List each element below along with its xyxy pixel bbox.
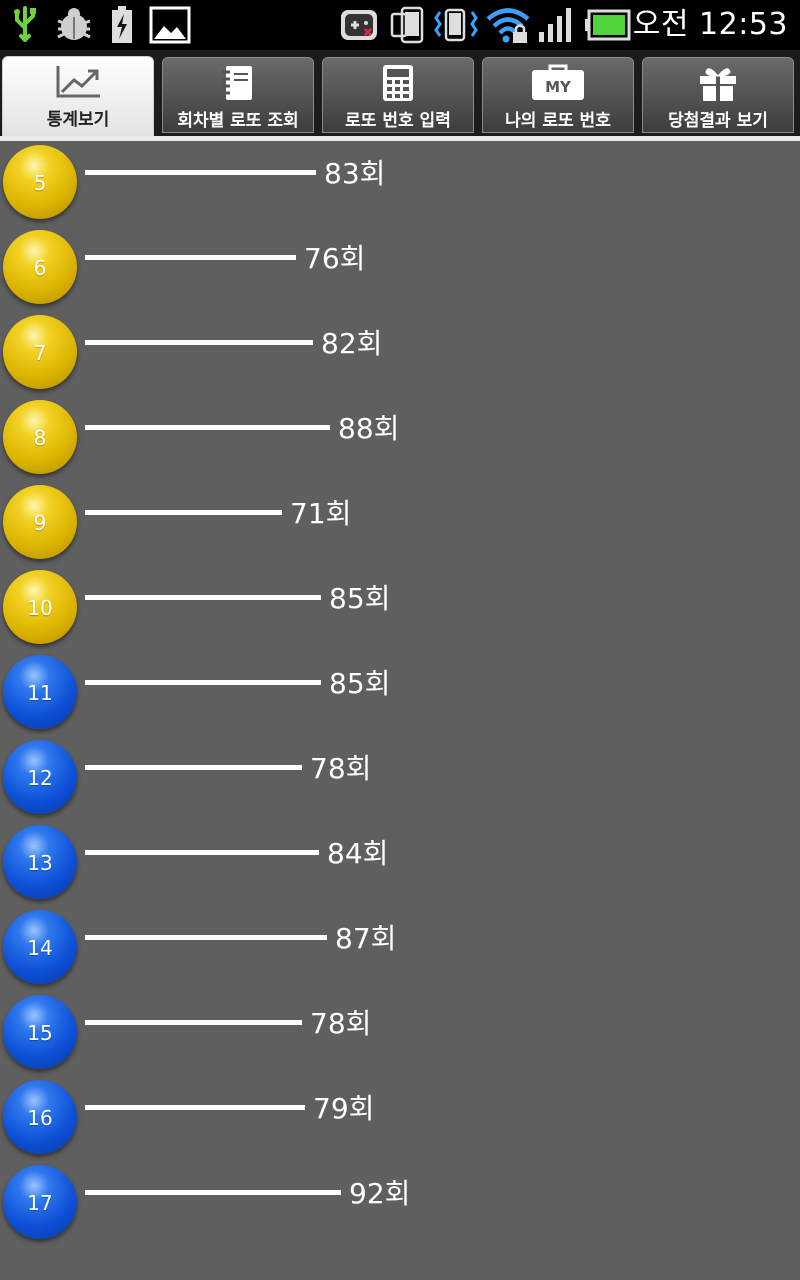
frequency-count: 84회 [327,837,389,870]
phone-vibrate-icon [388,6,428,44]
lotto-ball: 7 [3,315,77,389]
frequency-bar [85,850,319,855]
frequency-bar [85,425,330,430]
usb-icon [8,6,42,44]
list-item[interactable]: 8 88회 [0,395,800,480]
lotto-ball: 6 [3,230,77,304]
battery-charging-icon [108,6,136,44]
list-item[interactable]: 15 78회 [0,990,800,1075]
notebook-icon [163,64,313,102]
list-item[interactable]: 11 85회 [0,650,800,735]
frequency-count: 71회 [290,497,352,530]
frequency-count: 87회 [335,922,397,955]
status-time: 오전 12:53 [632,7,788,42]
frequency-bar [85,935,327,940]
frequency-bar [85,255,296,260]
list-item[interactable]: 7 82회 [0,310,800,395]
ball-number: 16 [27,1106,53,1130]
frequency-bar [85,680,321,685]
ball-number: 14 [27,936,53,960]
status-bar: 오전 12:53 [0,0,800,50]
frequency-bar [85,765,302,770]
tab-my-numbers[interactable]: MY 나의 로또 번호 [482,57,634,133]
list-item[interactable]: 10 85회 [0,565,800,650]
frequency-count: 85회 [329,582,391,615]
tab-label: 회차별 로또 조회 [177,111,299,131]
list-item[interactable]: 17 92회 [0,1160,800,1245]
lotto-ball: 17 [3,1165,77,1239]
ball-number: 12 [27,766,53,790]
signal-icon [536,6,576,44]
gallery-icon [148,6,192,44]
lotto-ball: 12 [3,740,77,814]
ball-number: 9 [33,511,47,535]
tab-round-lookup[interactable]: 회차별 로또 조회 [162,57,314,133]
ball-number: 8 [33,426,47,450]
list-item[interactable]: 12 78회 [0,735,800,820]
frequency-count: 76회 [304,242,366,275]
tab-label: 당첨결과 보기 [668,111,768,131]
list-item[interactable]: 16 79회 [0,1075,800,1160]
tab-winning-results[interactable]: 당첨결과 보기 [642,57,794,133]
frequency-count: 83회 [324,157,386,190]
tab-number-input[interactable]: 로또 번호 입력 [322,57,474,133]
debug-icon [52,6,96,44]
lotto-ball: 13 [3,825,77,899]
tab-label: 통계보기 [46,110,110,130]
sync-icon [433,6,479,44]
frequency-bar [85,510,282,515]
frequency-count: 88회 [338,412,400,445]
lotto-ball: 16 [3,1080,77,1154]
frequency-count: 79회 [313,1092,375,1125]
tab-label: 로또 번호 입력 [345,111,451,131]
lotto-ball: 9 [3,485,77,559]
ball-number: 15 [27,1021,53,1045]
lotto-ball: 15 [3,995,77,1069]
frequency-bar [85,340,313,345]
frequency-bar [85,1105,305,1110]
wifi-icon [484,6,532,44]
frequency-count: 78회 [310,752,372,785]
ball-number: 11 [27,681,53,705]
tab-statistics[interactable]: 통계보기 [2,56,154,138]
lotto-ball: 11 [3,655,77,729]
battery-icon [584,6,632,44]
frequency-count: 82회 [321,327,383,360]
ball-number: 13 [27,851,53,875]
number-frequency-list[interactable]: 4583회676회782회888회971회1085회1185회1278회1384… [0,141,800,1280]
list-item[interactable]: 13 84회 [0,820,800,905]
frequency-bar [85,1020,302,1025]
gamepad-icon [338,6,380,44]
ball-number: 17 [27,1191,53,1215]
lotto-ball: 5 [3,145,77,219]
frequency-bar [85,170,316,175]
gift-icon [643,64,793,102]
ball-number: 10 [27,596,53,620]
calculator-icon [323,64,473,102]
frequency-count: 85회 [329,667,391,700]
ball-number: 7 [33,341,47,365]
ball-number: 6 [33,256,47,280]
frequency-bar [85,1190,341,1195]
lotto-ball: 8 [3,400,77,474]
ball-number: 5 [33,171,47,195]
lotto-ball: 14 [3,910,77,984]
lotto-ball: 10 [3,570,77,644]
list-item[interactable]: 9 71회 [0,480,800,565]
my-bag-icon: MY [483,64,633,102]
my-bag-text: MY [545,78,572,96]
chart-icon [3,63,153,101]
tab-label: 나의 로또 번호 [505,111,611,131]
frequency-bar [85,595,321,600]
list-item[interactable]: 6 76회 [0,225,800,310]
list-item[interactable]: 5 83회 [0,141,800,225]
frequency-count: 92회 [349,1177,411,1210]
list-item[interactable]: 14 87회 [0,905,800,990]
frequency-count: 78회 [310,1007,372,1040]
